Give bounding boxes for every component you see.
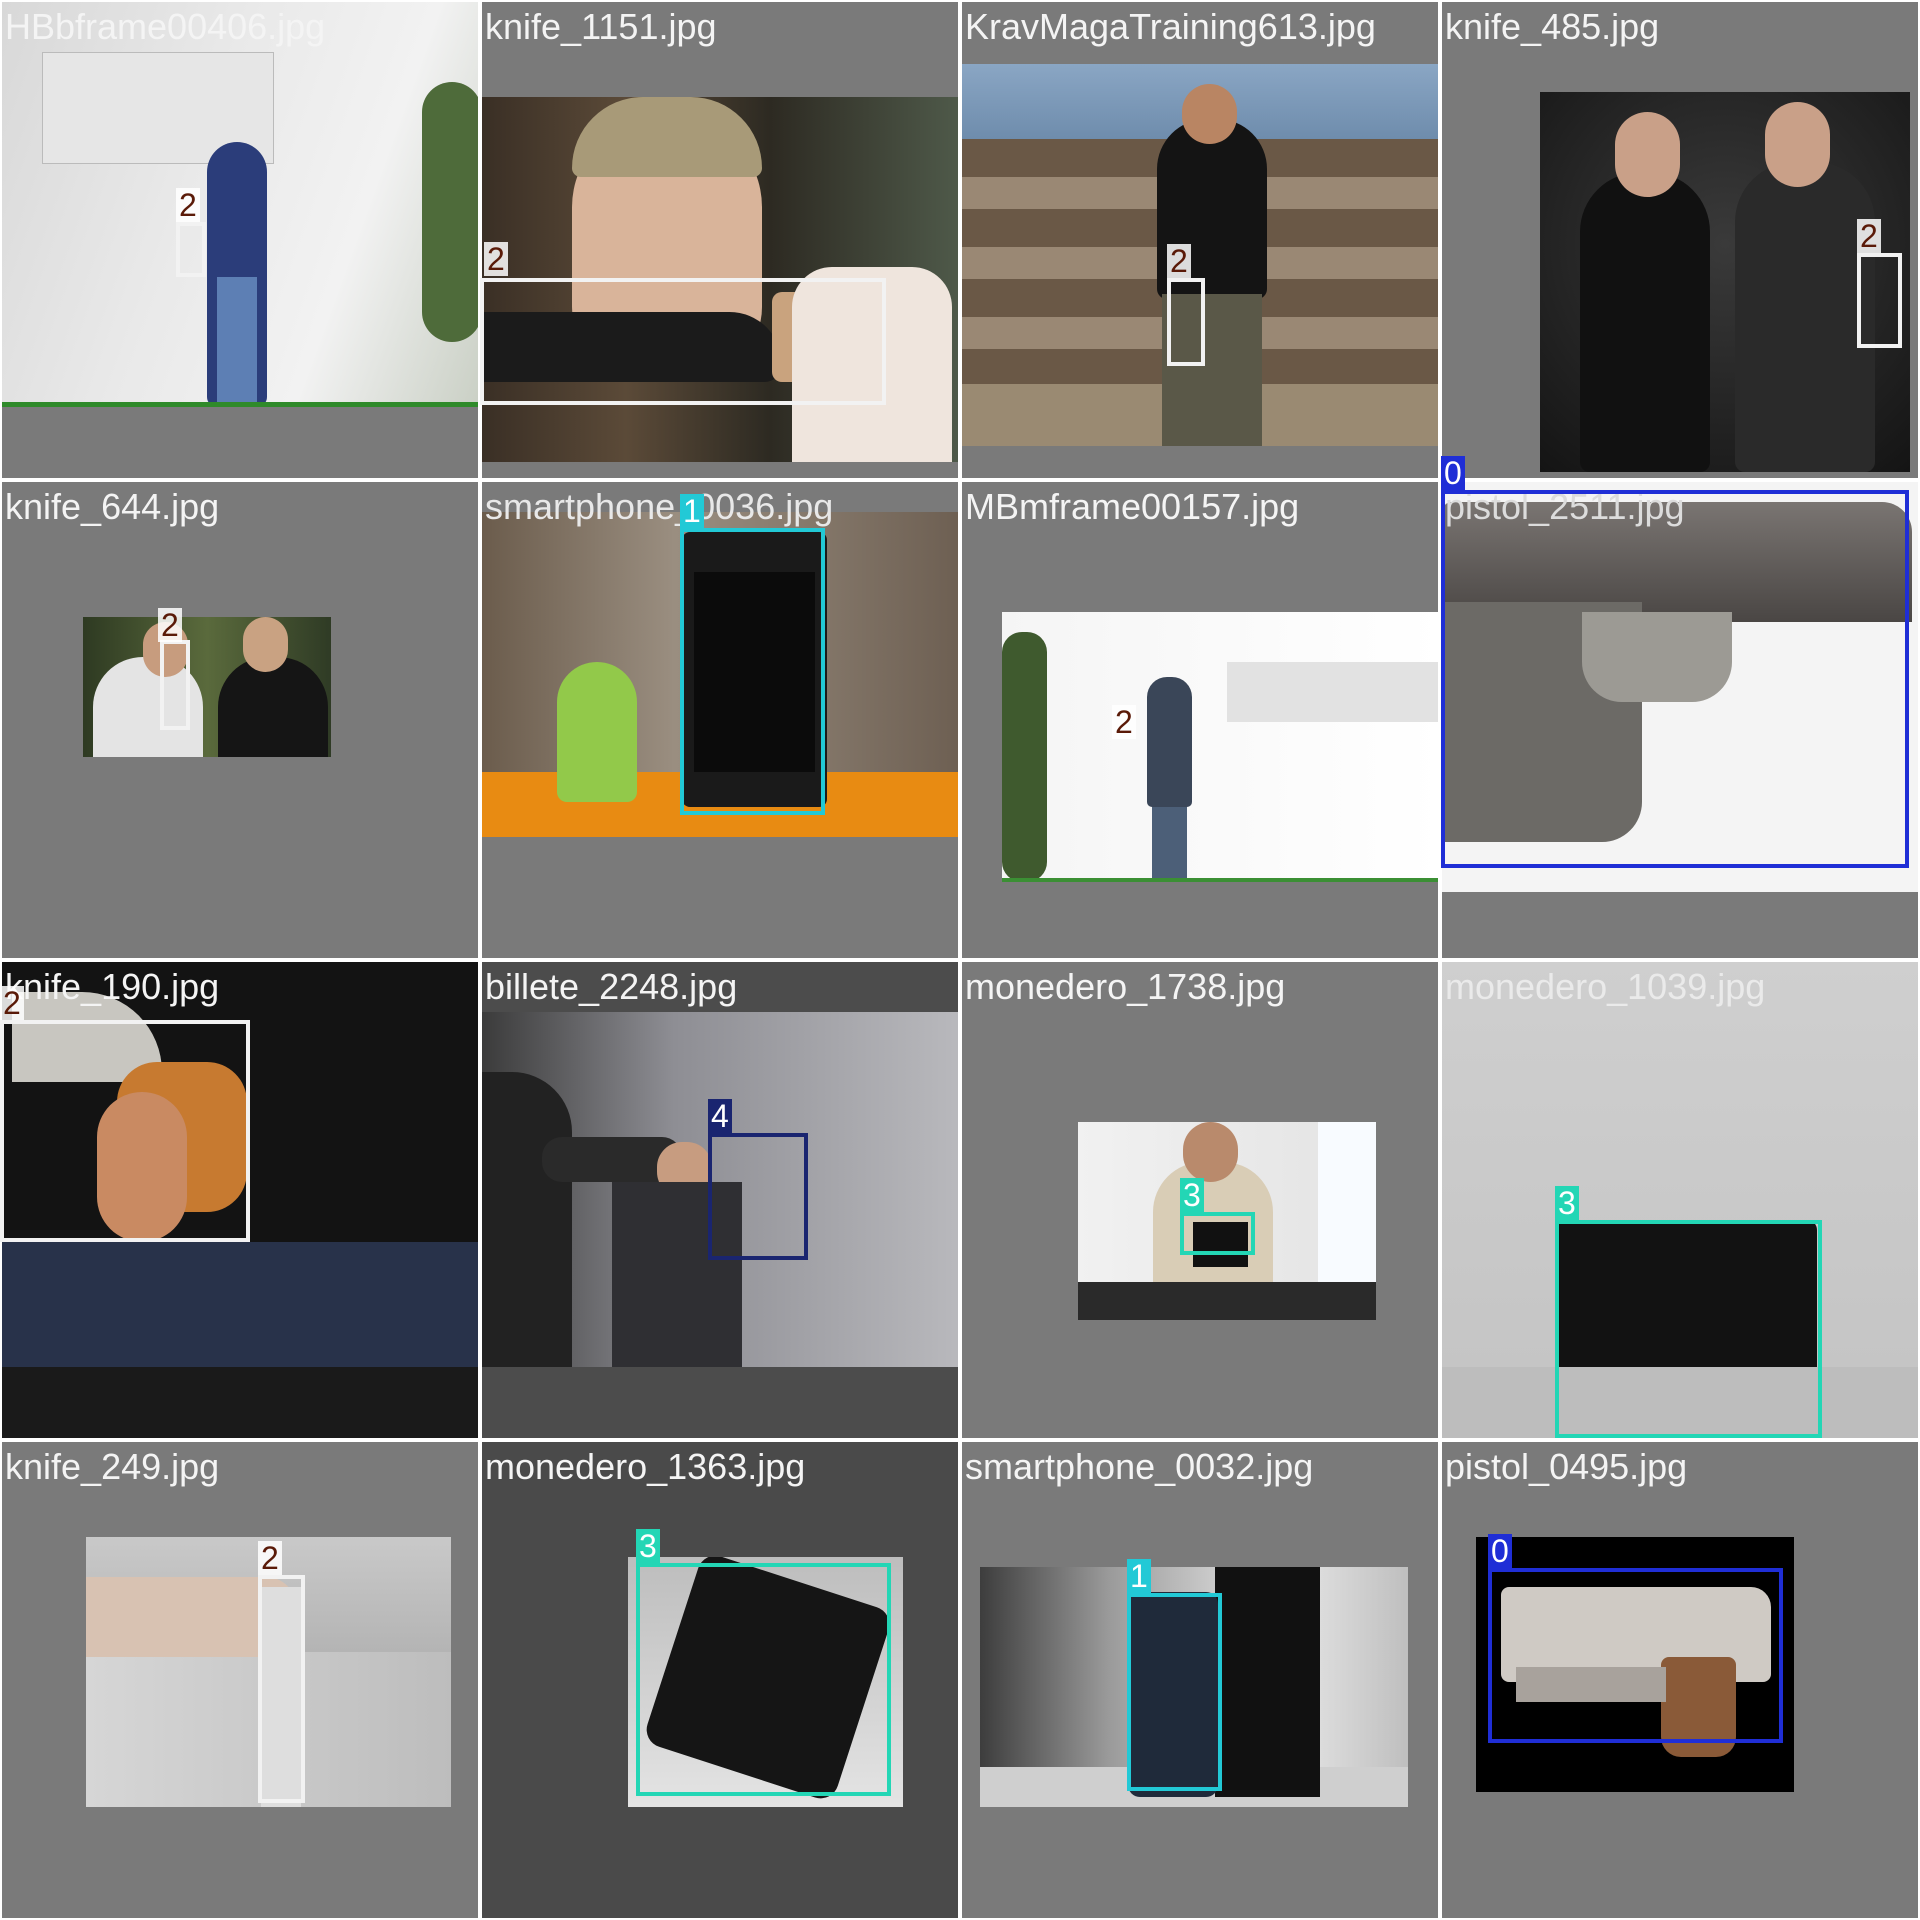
detection-class-label: 2 [0, 986, 24, 1020]
detection-class-label: 2 [484, 242, 508, 276]
photo-region [2, 1242, 478, 1367]
photo-region [1183, 1122, 1238, 1182]
photo-region [243, 617, 288, 672]
detection-box [0, 1020, 250, 1242]
photo-region [422, 82, 478, 342]
tile-filename: knife_1151.jpg [485, 6, 717, 47]
detection-class-label: 2 [1167, 244, 1191, 278]
tile-photo-handshake-knives-behind-back [1540, 92, 1910, 472]
tile-filename: knife_249.jpg [5, 1446, 220, 1487]
detection-box [636, 1563, 891, 1796]
tile-filename: smartphone_0032.jpg [965, 1446, 1314, 1487]
detection-box [1555, 1220, 1822, 1438]
mosaic-tile: knife_1151.jpg [480, 0, 960, 480]
tile-filename: billete_2248.jpg [485, 966, 738, 1007]
tile-filename: pistol_0495.jpg [1445, 1446, 1688, 1487]
detection-class-label: 2 [258, 1541, 282, 1575]
photo-region [1580, 172, 1710, 472]
photo-region [1078, 1282, 1376, 1320]
mosaic-tile: KravMagaTraining613.jpg [960, 0, 1440, 480]
detection-box [680, 528, 825, 815]
photo-region [1002, 878, 1438, 882]
photo-region [1002, 612, 1438, 882]
mosaic-tile: knife_249.jpg [0, 1440, 480, 1920]
photo-region [1765, 102, 1830, 187]
photo-region [1147, 677, 1192, 807]
tile-filename: KravMagaTraining613.jpg [965, 6, 1376, 47]
detection-class-label: 1 [1127, 1559, 1151, 1593]
photo-region [1002, 632, 1047, 882]
photo-region [1152, 807, 1187, 882]
detection-class-label: 2 [1112, 705, 1136, 739]
detection-box [480, 278, 886, 405]
detection-box [258, 1575, 305, 1803]
photo-region [2, 402, 478, 407]
detection-class-label: 0 [1488, 1534, 1512, 1568]
photo-region [1735, 162, 1875, 472]
detection-box [1127, 1593, 1222, 1791]
detection-class-label: 4 [708, 1099, 732, 1133]
detection-mosaic: HBbframe00406.jpg knife_1151.jpg KravMagaT… [0, 0, 1920, 1920]
detection-class-label: 3 [636, 1529, 660, 1563]
photo-region [1182, 84, 1237, 144]
tile-filename: MBmframe00157.jpg [965, 486, 1300, 527]
tile-photo-man-at-fence-with-knife [962, 64, 1438, 446]
mosaic-tile: HBbframe00406.jpg [0, 0, 480, 480]
detection-class-label: 3 [1555, 1186, 1579, 1220]
photo-region [1215, 1567, 1320, 1797]
photo-region [217, 277, 257, 407]
mosaic-tile: knife_644.jpg [0, 480, 480, 960]
detection-class-label: 2 [158, 608, 182, 642]
detection-class-label: 2 [1857, 219, 1881, 253]
tile-filename: knife_644.jpg [5, 486, 220, 527]
tile-photo-two-men-outdoors [83, 617, 331, 757]
tile-filename: monedero_1738.jpg [965, 966, 1286, 1007]
detection-box [1488, 1568, 1783, 1743]
tile-photo-man-walking-in-room [1002, 612, 1438, 882]
detection-box [1857, 253, 1902, 348]
detection-class-label: 2 [176, 188, 200, 222]
detection-class-label: 0 [1441, 456, 1465, 490]
detection-box [1441, 490, 1909, 868]
detection-class-label: 3 [1180, 1178, 1204, 1212]
detection-box [1167, 278, 1205, 366]
photo-region [1227, 662, 1438, 722]
mosaic-tile: knife_485.jpg [1440, 0, 1920, 480]
tile-photo-man-standing-at-wall [2, 2, 478, 407]
tile-filename: knife_485.jpg [1445, 6, 1660, 47]
detection-box [160, 640, 190, 730]
photo-region [218, 657, 328, 757]
photo-region [1615, 112, 1680, 197]
mosaic-tile: MBmframe00157.jpg [960, 480, 1440, 960]
tile-filename: monedero_1363.jpg [485, 1446, 806, 1487]
detection-class-label: 1 [680, 494, 704, 528]
detection-box [708, 1133, 808, 1260]
photo-region [482, 1072, 572, 1367]
detection-box [1180, 1212, 1255, 1255]
photo-region [557, 662, 637, 802]
detection-box [176, 222, 206, 277]
